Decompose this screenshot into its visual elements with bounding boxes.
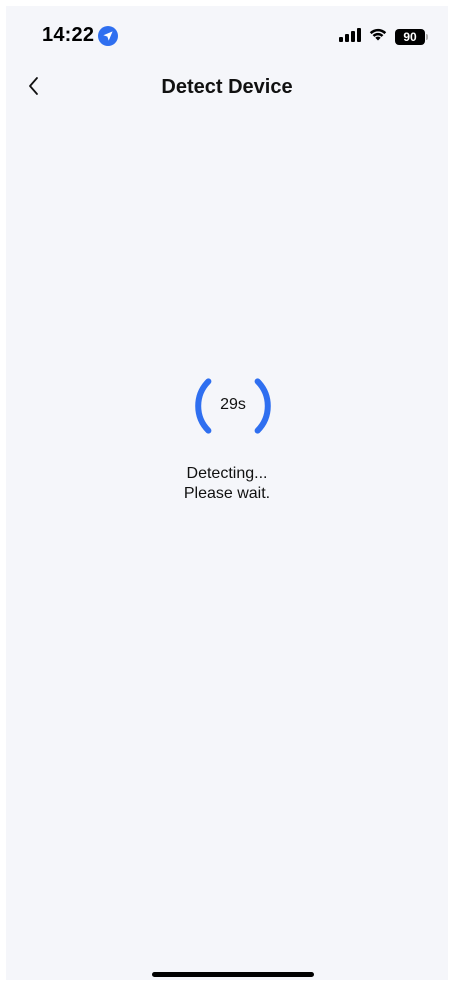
status-indicators: 90 xyxy=(339,27,428,47)
countdown-spinner: 29s xyxy=(193,366,273,446)
home-indicator[interactable] xyxy=(152,972,314,977)
status-bar: 14:22 90 xyxy=(6,6,448,62)
battery-icon: 90 xyxy=(395,29,428,45)
location-arrow-icon xyxy=(98,25,119,46)
status-line-detecting: Detecting... xyxy=(186,465,268,482)
page-title: Detect Device xyxy=(161,76,293,98)
signal-bars-icon xyxy=(339,27,361,47)
screen: 14:22 90 Detect Device 29s Detecting... … xyxy=(6,6,448,980)
battery-cap xyxy=(426,34,428,40)
countdown-seconds: 29s xyxy=(220,396,246,413)
detection-status: Detecting... Please wait. xyxy=(6,464,448,504)
time-group: 14:22 xyxy=(42,24,119,47)
wifi-icon xyxy=(368,27,388,47)
status-time: 14:22 xyxy=(42,24,95,46)
battery-level: 90 xyxy=(395,29,425,45)
status-line-wait: Please wait. xyxy=(183,485,271,502)
nav-bar: Detect Device xyxy=(6,66,448,110)
